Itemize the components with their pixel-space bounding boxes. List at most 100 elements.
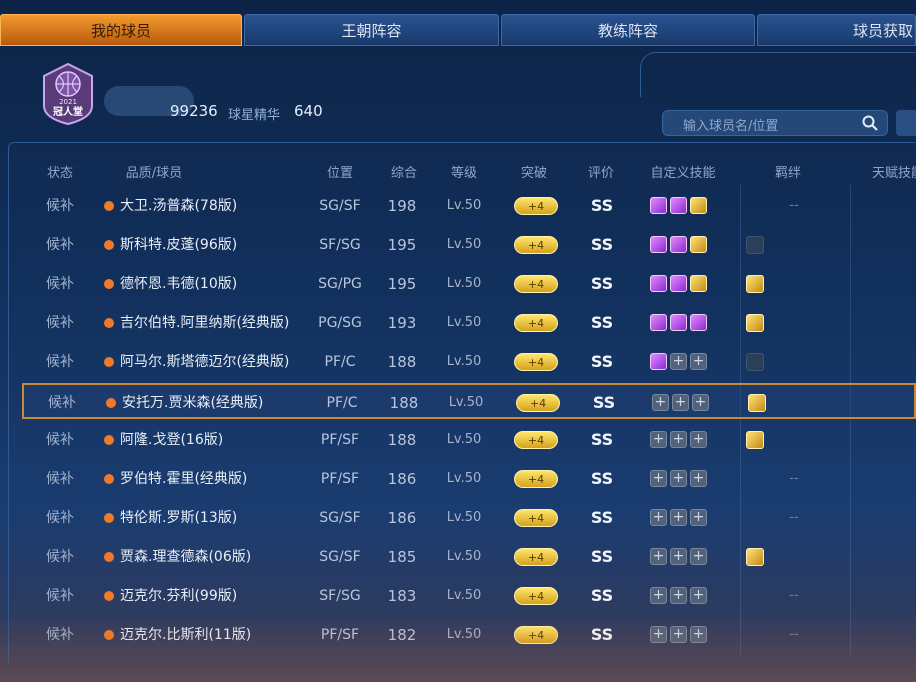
- skill-icon[interactable]: [650, 353, 667, 370]
- player-name[interactable]: 德怀恩.韦德(10版): [104, 266, 237, 302]
- player-row[interactable]: 候补 阿隆.戈登(16版) PF/SF 188 Lv.50 +4 SS + + +: [22, 422, 916, 458]
- overall-value: 186: [387, 470, 417, 488]
- add-skill-icon[interactable]: +: [670, 470, 687, 487]
- add-skill-icon[interactable]: +: [690, 353, 707, 370]
- search-icon[interactable]: [861, 114, 879, 132]
- add-skill-icon[interactable]: +: [690, 509, 707, 526]
- header-status: 状态: [46, 166, 74, 181]
- player-name[interactable]: 贾森.理查德森(06版): [104, 539, 251, 575]
- player-row[interactable]: 候补 吉尔伯特.阿里纳斯(经典版) PG/SG 193 Lv.50 +4 SS: [22, 305, 916, 341]
- overall-value: 186: [387, 509, 417, 527]
- bond-icon[interactable]: [746, 353, 764, 371]
- add-skill-icon[interactable]: +: [690, 548, 707, 565]
- header-position[interactable]: 位置: [327, 162, 353, 181]
- status-label: 候补: [46, 627, 74, 643]
- player-name[interactable]: 阿隆.戈登(16版): [104, 422, 223, 458]
- skill-icon[interactable]: [670, 236, 687, 253]
- level-value: Lv.50: [446, 588, 482, 603]
- player-row[interactable]: 候补 阿马尔.斯塔德迈尔(经典版) PF/C 188 Lv.50 +4 SS + +: [22, 344, 916, 380]
- add-skill-icon[interactable]: +: [690, 470, 707, 487]
- overall-value: 195: [387, 236, 417, 254]
- player-name[interactable]: 特伦斯.罗斯(13版): [104, 500, 237, 536]
- player-name[interactable]: 阿马尔.斯塔德迈尔(经典版): [104, 344, 289, 380]
- bond-icon[interactable]: [746, 431, 764, 449]
- player-name[interactable]: 安托万.贾米森(经典版): [106, 385, 263, 421]
- add-skill-icon[interactable]: +: [650, 626, 667, 643]
- player-row[interactable]: 候补 特伦斯.罗斯(13版) SG/SF 186 Lv.50 +4 SS + + + --: [22, 500, 916, 536]
- header-level[interactable]: 等级: [451, 162, 477, 181]
- player-row[interactable]: 候补 德怀恩.韦德(10版) SG/PG 195 Lv.50 +4 SS: [22, 266, 916, 302]
- bond-icon[interactable]: [746, 548, 764, 566]
- breakthrough-badge: +4: [514, 353, 558, 371]
- player-row[interactable]: 候补 罗伯特.霍里(经典版) PF/SF 186 Lv.50 +4 SS + + + --: [22, 461, 916, 497]
- player-name[interactable]: 大卫.汤普森(78版): [104, 188, 237, 224]
- skill-icon[interactable]: [650, 236, 667, 253]
- player-row[interactable]: 候补 迈克尔.比斯利(11版) PF/SF 182 Lv.50 +4 SS + + + --: [22, 617, 916, 653]
- add-skill-icon[interactable]: +: [690, 626, 707, 643]
- custom-skills: + + +: [650, 431, 710, 450]
- search-input[interactable]: 输入球员名/位置: [662, 110, 888, 136]
- player-row[interactable]: 候补 迈克尔.芬利(99版) SF/SG 183 Lv.50 +4 SS + + + --: [22, 578, 916, 614]
- player-row[interactable]: 候补 贾森.理查德森(06版) SG/SF 185 Lv.50 +4 SS + + +: [22, 539, 916, 575]
- tab-player-acquire[interactable]: 球员获取: [757, 14, 916, 46]
- header-name[interactable]: 品质/球员: [126, 162, 182, 181]
- add-skill-icon[interactable]: +: [670, 587, 687, 604]
- breakthrough-badge: +4: [514, 275, 558, 293]
- player-name[interactable]: 斯科特.皮蓬(96版): [104, 227, 237, 263]
- add-skill-icon[interactable]: +: [670, 431, 687, 448]
- header-rating[interactable]: 评价: [588, 162, 614, 181]
- skill-icon[interactable]: [670, 197, 687, 214]
- skill-icon[interactable]: [670, 275, 687, 292]
- skill-icon[interactable]: [690, 314, 707, 331]
- player-row[interactable]: 候补 安托万.贾米森(经典版) PF/C 188 Lv.50 +4 SS + + +: [22, 383, 916, 419]
- tab-coach-lineup[interactable]: 教练阵容: [501, 14, 755, 46]
- skill-icon[interactable]: [690, 275, 707, 292]
- bond-icon[interactable]: [746, 314, 764, 332]
- skill-icon[interactable]: [650, 314, 667, 331]
- skill-icon[interactable]: [670, 314, 687, 331]
- player-name[interactable]: 吉尔伯特.阿里纳斯(经典版): [104, 305, 289, 341]
- custom-skills: + + +: [650, 470, 710, 489]
- position-value: PG/SG: [318, 315, 362, 331]
- position-value: SG/SF: [319, 198, 361, 214]
- player-row[interactable]: 候补 斯科特.皮蓬(96版) SF/SG 195 Lv.50 +4 SS: [22, 227, 916, 263]
- add-skill-icon[interactable]: +: [650, 431, 667, 448]
- bond-icon[interactable]: [746, 236, 764, 254]
- add-skill-icon[interactable]: +: [652, 394, 669, 411]
- overall-value: 198: [387, 197, 417, 215]
- player-row[interactable]: 候补 大卫.汤普森(78版) SG/SF 198 Lv.50 +4 SS --: [22, 188, 916, 224]
- add-skill-icon[interactable]: +: [670, 626, 687, 643]
- skill-icon[interactable]: [690, 236, 707, 253]
- add-skill-icon[interactable]: +: [650, 470, 667, 487]
- quality-dot-icon: [104, 279, 114, 289]
- position-value: PF/SF: [320, 432, 360, 448]
- skill-icon[interactable]: [650, 275, 667, 292]
- overall-value: 188: [387, 353, 417, 371]
- bond-icon[interactable]: [746, 275, 764, 293]
- header-breakthrough[interactable]: 突破: [521, 162, 547, 181]
- add-skill-icon[interactable]: +: [672, 394, 689, 411]
- quality-dot-icon: [104, 357, 114, 367]
- skill-icon[interactable]: [650, 197, 667, 214]
- tab-dynasty-lineup[interactable]: 王朝阵容: [244, 14, 499, 46]
- player-name[interactable]: 迈克尔.比斯利(11版): [104, 617, 251, 653]
- add-skill-icon[interactable]: +: [690, 431, 707, 448]
- header-overall[interactable]: 综合: [391, 162, 417, 181]
- add-skill-icon[interactable]: +: [670, 509, 687, 526]
- skill-icon[interactable]: [690, 197, 707, 214]
- player-name[interactable]: 迈克尔.芬利(99版): [104, 578, 237, 614]
- add-skill-icon[interactable]: +: [670, 548, 687, 565]
- level-value: Lv.50: [446, 627, 482, 642]
- add-skill-icon[interactable]: +: [690, 587, 707, 604]
- tab-my-players[interactable]: 我的球员: [0, 14, 242, 46]
- bond-icon[interactable]: [748, 394, 766, 412]
- add-skill-icon[interactable]: +: [650, 587, 667, 604]
- add-skill-icon[interactable]: +: [692, 394, 709, 411]
- add-skill-icon[interactable]: +: [650, 548, 667, 565]
- breakthrough-badge: +4: [516, 394, 560, 412]
- add-skill-icon[interactable]: +: [670, 353, 687, 370]
- add-skill-icon[interactable]: +: [650, 509, 667, 526]
- filter-button[interactable]: [896, 110, 916, 136]
- overall-value: 195: [387, 275, 417, 293]
- player-name[interactable]: 罗伯特.霍里(经典版): [104, 461, 247, 497]
